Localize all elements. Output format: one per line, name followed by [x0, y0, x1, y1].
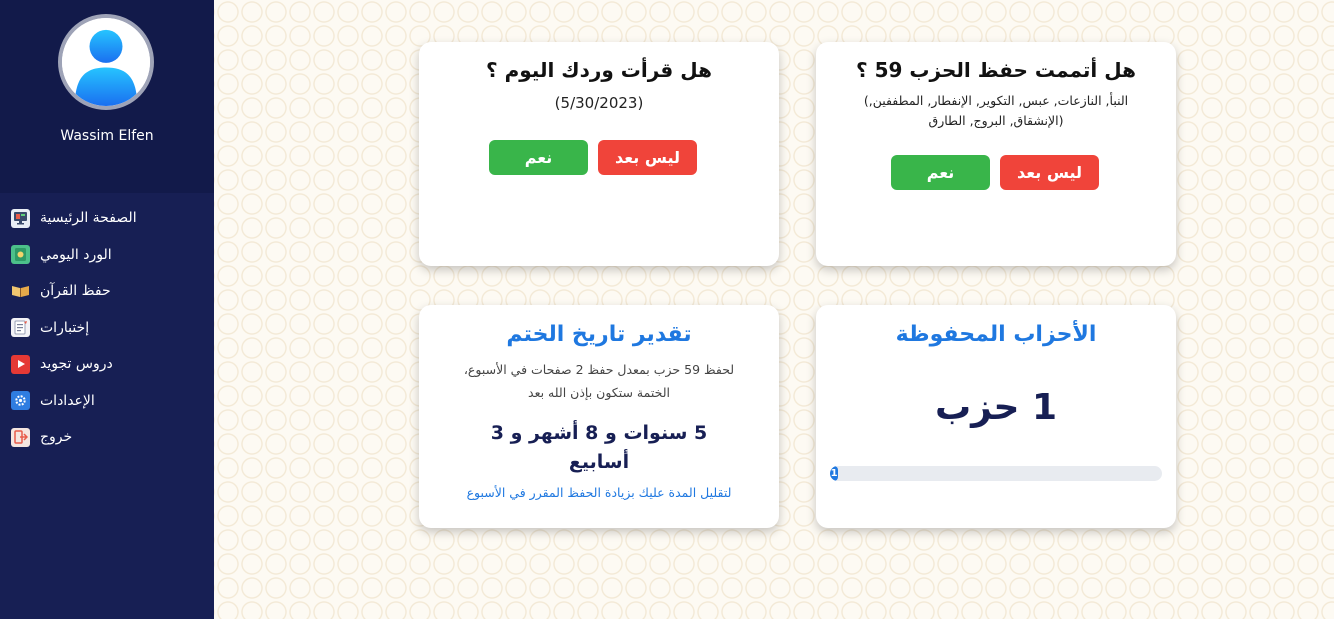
- user-avatar-icon: [62, 18, 150, 106]
- daily-wird-question: هل قرأت وردك اليوم ؟: [486, 58, 712, 82]
- memorized-progress-bar: 1: [830, 466, 1162, 481]
- gear-icon: [11, 391, 30, 411]
- daily-wird-yes-button[interactable]: نعم: [489, 140, 588, 175]
- sidebar-item-label: إختبارات: [40, 319, 90, 336]
- sidebar-item-logout[interactable]: خروج: [0, 419, 214, 456]
- hizb-question-card: هل أتممت حفظ الحزب 59 ؟ النبأ, النازعات,…: [816, 42, 1176, 266]
- hizb-surahs-line2: (الإنشقاق, البروج, الطارق: [928, 113, 1064, 128]
- memorized-title: الأحزاب المحفوظة: [895, 322, 1097, 347]
- open-book-icon: [11, 282, 30, 301]
- daily-wird-not-yet-button[interactable]: ليس بعد: [598, 140, 697, 175]
- estimate-duration-line1: 5 سنوات و 8 أشهر و 3: [490, 422, 708, 444]
- memorized-ahzab-card: الأحزاب المحفوظة 1 حزب 1: [816, 305, 1176, 528]
- sidebar-item-home[interactable]: الصفحة الرئيسية: [0, 200, 214, 237]
- sidebar-item-label: الورد اليومي: [40, 246, 112, 263]
- memorized-progress-fill: 1: [830, 466, 839, 481]
- daily-wird-date: (5/30/2023): [554, 94, 644, 112]
- hizb-question: هل أتممت حفظ الحزب 59 ؟: [856, 58, 1136, 82]
- video-play-icon: [11, 354, 30, 374]
- sidebar-item-memorize[interactable]: حفظ القرآن: [0, 273, 214, 310]
- hizb-actions: نعم ليس بعد: [891, 155, 1099, 190]
- estimate-title: تقدير تاريخ الختم: [506, 322, 692, 347]
- logout-icon: [11, 427, 30, 447]
- daily-wird-actions: نعم ليس بعد: [489, 140, 697, 175]
- avatar[interactable]: [58, 14, 154, 110]
- estimate-desc-line2: الختمة ستكون بإذن الله بعد: [528, 385, 670, 400]
- sidebar-item-label: حفظ القرآن: [40, 283, 111, 300]
- exam-paper-icon: [11, 318, 30, 338]
- monitor-icon: [11, 208, 30, 228]
- sidebar-item-settings[interactable]: الإعدادات: [0, 383, 214, 420]
- sidebar-item-label: خروج: [40, 429, 73, 446]
- sidebar-item-label: الإعدادات: [40, 392, 95, 409]
- sidebar: Wassim Elfen الصفحة الرئيسية الورد اليوم…: [0, 0, 214, 619]
- quran-book-icon: [11, 245, 30, 265]
- hizb-not-yet-button[interactable]: ليس بعد: [1000, 155, 1099, 190]
- estimate-desc-line1: لحفظ 59 حزب بمعدل حفظ 2 صفحات في الأسبوع…: [463, 362, 735, 377]
- estimate-hint: لتقليل المدة عليك بزيادة الحفظ المقرر في…: [466, 485, 732, 500]
- hizb-yes-button[interactable]: نعم: [891, 155, 990, 190]
- memorized-count: 1 حزب: [934, 387, 1058, 428]
- sidebar-item-tajweed[interactable]: دروس تجويد: [0, 346, 214, 383]
- sidebar-item-label: الصفحة الرئيسية: [40, 210, 137, 227]
- daily-wird-card: هل قرأت وردك اليوم ؟ (5/30/2023) نعم ليس…: [419, 42, 779, 266]
- sidebar-item-label: دروس تجويد: [40, 356, 113, 373]
- sidebar-item-daily-wird[interactable]: الورد اليومي: [0, 237, 214, 274]
- estimate-duration-line2: أسابيع: [568, 451, 630, 473]
- sidebar-menu: الصفحة الرئيسية الورد اليومي حفظ القرآن …: [0, 200, 214, 456]
- sidebar-item-exams[interactable]: إختبارات: [0, 310, 214, 347]
- completion-estimate-card: تقدير تاريخ الختم لحفظ 59 حزب بمعدل حفظ …: [419, 305, 779, 528]
- profile-section: Wassim Elfen: [0, 0, 214, 193]
- hizb-surahs-line1: النبأ, النازعات, عبس, التكوير, الإنفطار,…: [863, 93, 1129, 108]
- username: Wassim Elfen: [60, 128, 154, 144]
